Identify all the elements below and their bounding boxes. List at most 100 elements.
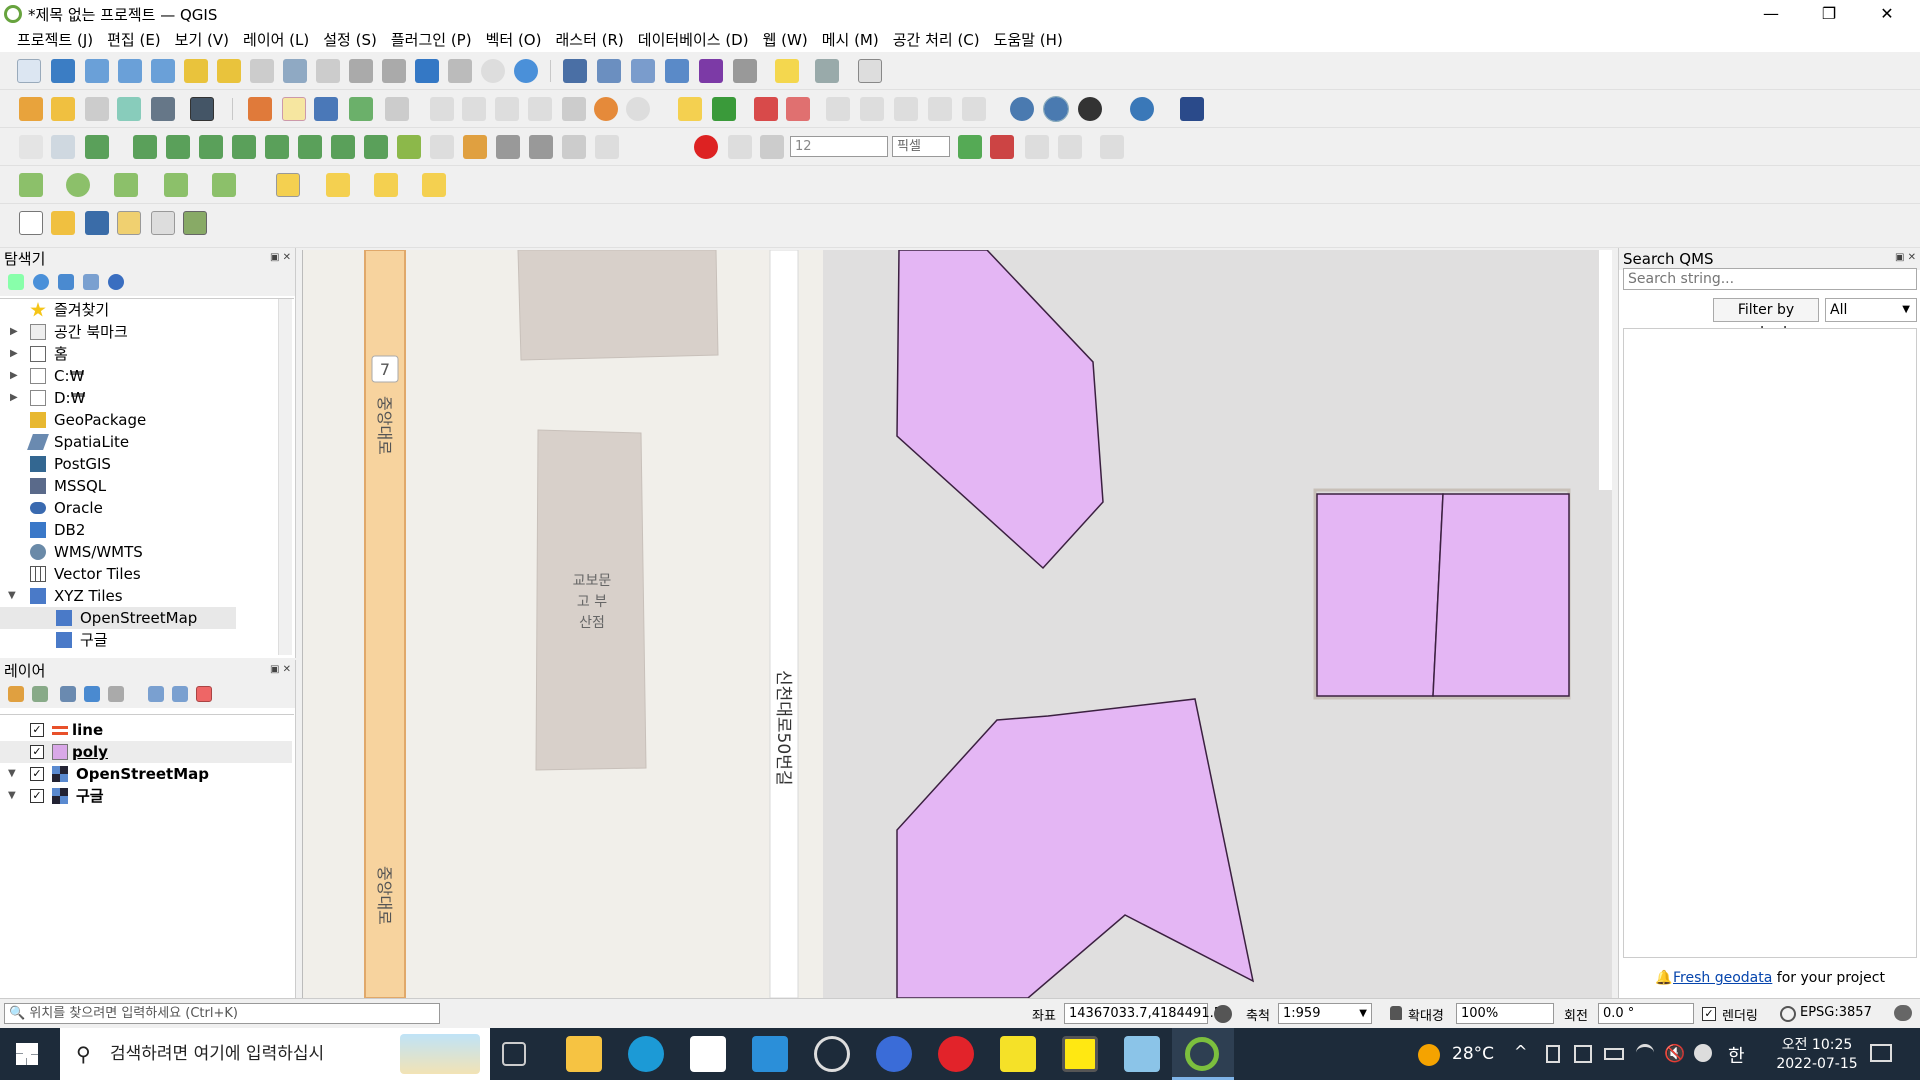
panel-dock-buttons[interactable]: ▣ ✕ xyxy=(270,664,291,675)
panel-dock-buttons[interactable]: ▣ ✕ xyxy=(270,252,291,263)
add-delimited-icon[interactable] xyxy=(117,97,141,121)
select-location-icon[interactable] xyxy=(422,173,446,197)
snapping-icon[interactable] xyxy=(694,135,718,159)
edge-icon[interactable] xyxy=(628,1036,664,1072)
magnifier-field[interactable]: 100% xyxy=(1456,1003,1554,1024)
render-checkbox[interactable]: ✓ xyxy=(1702,1007,1716,1021)
paste-features-icon[interactable] xyxy=(562,97,586,121)
qms-search-input[interactable] xyxy=(1623,268,1917,290)
rotate-point-icon[interactable] xyxy=(430,135,454,159)
menu-processing[interactable]: 공간 처리 (C) xyxy=(886,28,987,52)
search-qms-icon[interactable] xyxy=(1078,97,1102,121)
add-group-icon[interactable] xyxy=(32,686,48,702)
menu-edit[interactable]: 편집 (E) xyxy=(100,28,168,52)
fresh-geodata-link[interactable]: Fresh geodata xyxy=(1673,970,1772,986)
menu-help[interactable]: 도움말 (H) xyxy=(987,28,1070,52)
pan-to-selection-icon[interactable] xyxy=(51,59,75,83)
data-source-manager-icon[interactable] xyxy=(19,97,43,121)
menu-project[interactable]: 프로젝트 (J) xyxy=(10,28,100,52)
self-snapping-icon[interactable] xyxy=(1100,135,1124,159)
app-icon[interactable] xyxy=(1124,1036,1160,1072)
merge-attributes-icon[interactable] xyxy=(397,135,421,159)
toggle-extents-icon[interactable] xyxy=(1214,1005,1232,1023)
layer-visibility-checkbox[interactable]: ✓ xyxy=(30,789,44,803)
filter-browser-icon[interactable] xyxy=(58,274,74,290)
open-project-icon[interactable] xyxy=(51,211,75,235)
fill-ring-icon[interactable] xyxy=(51,135,75,159)
copy-features-icon[interactable] xyxy=(528,97,552,121)
menu-vector[interactable]: 벡터 (O) xyxy=(479,28,549,52)
select-features-icon[interactable] xyxy=(276,173,300,197)
show-bookmarks-icon[interactable] xyxy=(448,59,472,83)
manage-visibility-icon[interactable] xyxy=(60,686,76,702)
snapping-units-icon[interactable] xyxy=(760,135,784,159)
layer-visibility-checkbox[interactable]: ✓ xyxy=(30,723,44,737)
add-vector-icon[interactable] xyxy=(85,97,109,121)
qms-results-list[interactable] xyxy=(1623,328,1917,958)
zoom-full-icon[interactable] xyxy=(151,59,175,83)
pan-icon[interactable] xyxy=(17,59,41,83)
notification-icon[interactable] xyxy=(1870,1044,1892,1062)
snap-intersection-icon[interactable] xyxy=(990,135,1014,159)
rotate-feature-icon[interactable] xyxy=(595,135,619,159)
locator-search[interactable]: 🔍 위치를 찾으려면 입력하세요 (Ctrl+K) xyxy=(4,1003,440,1024)
rotation-field[interactable]: 0.0 ° xyxy=(1598,1003,1694,1024)
delete-part-icon[interactable] xyxy=(265,135,289,159)
kakaotalk-icon[interactable] xyxy=(1062,1036,1098,1072)
change-callout-icon[interactable] xyxy=(962,97,986,121)
reverse-line-icon[interactable] xyxy=(529,135,553,159)
remove-layer-icon[interactable] xyxy=(196,686,212,702)
qgis-search-app-icon[interactable] xyxy=(876,1036,912,1072)
move-diagram-icon[interactable] xyxy=(928,97,952,121)
cut-features-icon[interactable] xyxy=(495,97,519,121)
split-features-icon[interactable] xyxy=(298,135,322,159)
rectangle-digitize-icon[interactable] xyxy=(164,173,188,197)
ime-indicator[interactable]: 한 xyxy=(1728,1042,1745,1068)
layer-visibility-checkbox[interactable]: ✓ xyxy=(30,745,44,759)
menu-layer[interactable]: 레이어 (L) xyxy=(236,28,316,52)
properties-icon[interactable] xyxy=(108,274,124,290)
battery-icon[interactable] xyxy=(1604,1048,1624,1060)
globe-icon[interactable] xyxy=(1010,97,1034,121)
delete-selected-icon[interactable] xyxy=(462,97,486,121)
advanced-digitizing-icon[interactable] xyxy=(1058,135,1082,159)
coordinate-field[interactable]: 14367033.7,4184491.5 xyxy=(1064,1003,1222,1024)
toggle-editing-icon[interactable] xyxy=(282,97,306,121)
mail-icon[interactable] xyxy=(752,1036,788,1072)
refresh-icon[interactable] xyxy=(514,59,538,83)
style-layer-icon[interactable] xyxy=(8,686,24,702)
refresh-browser-icon[interactable] xyxy=(33,274,49,290)
panel-dock-buttons[interactable]: ▣ ✕ xyxy=(1895,252,1916,263)
diagram-tool-icon[interactable] xyxy=(712,97,736,121)
statistics-icon[interactable] xyxy=(699,59,723,83)
add-ring-icon[interactable] xyxy=(19,135,43,159)
zoom-to-selection-icon[interactable] xyxy=(184,59,208,83)
messages-icon[interactable] xyxy=(1894,1005,1912,1021)
add-virtual-icon[interactable] xyxy=(151,97,175,121)
expand-arrow-icon[interactable]: ▶ xyxy=(10,365,18,387)
maximize-button[interactable]: ❐ xyxy=(1800,0,1858,28)
tracing-icon[interactable] xyxy=(1025,135,1049,159)
move-feature-icon[interactable] xyxy=(463,135,487,159)
tray-network-app-icon[interactable] xyxy=(1574,1045,1592,1063)
add-selected-icon[interactable] xyxy=(8,274,24,290)
undo-icon[interactable] xyxy=(594,97,618,121)
qgis-taskbar-button[interactable] xyxy=(1172,1028,1234,1080)
windows-start-icon[interactable] xyxy=(16,1043,38,1065)
layer-visibility-checkbox[interactable]: ✓ xyxy=(30,767,44,781)
collapse-all-icon[interactable] xyxy=(172,686,188,702)
filter-by-extent-button[interactable]: Filter by extent xyxy=(1713,298,1819,340)
shape-digitize-icon[interactable] xyxy=(19,173,43,197)
close-circle-icon[interactable] xyxy=(1694,1044,1712,1062)
qms-search-field[interactable] xyxy=(1624,269,1916,289)
snapping-unit-select[interactable]: 픽셀 xyxy=(892,136,950,157)
clock-date[interactable]: 2022-07-15 xyxy=(1774,1056,1860,1072)
poly-feature[interactable] xyxy=(1316,493,1444,697)
filter-legend-icon[interactable] xyxy=(84,686,100,702)
new-map-view-icon[interactable] xyxy=(349,59,373,83)
collapse-arrow-icon[interactable]: ▼ xyxy=(8,585,16,607)
filter-expression-icon[interactable] xyxy=(108,686,124,702)
add-wms-icon[interactable] xyxy=(190,97,214,121)
collapse-all-icon[interactable] xyxy=(83,274,99,290)
topological-editing-icon[interactable] xyxy=(958,135,982,159)
